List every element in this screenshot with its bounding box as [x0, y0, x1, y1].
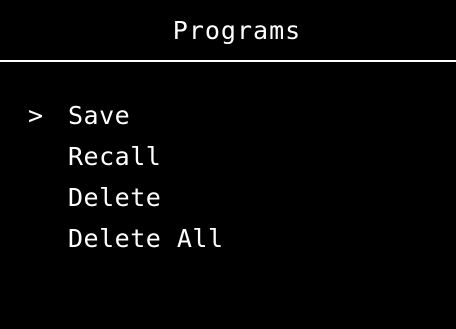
lcd-screen: Programs > Save Recall Delete Delete All: [0, 0, 456, 329]
menu-item-label: Save: [68, 101, 131, 130]
programs-menu: > Save Recall Delete Delete All: [28, 95, 224, 259]
title-bar: Programs: [0, 0, 456, 62]
menu-item-delete-all[interactable]: Delete All: [28, 218, 224, 259]
menu-item-recall[interactable]: Recall: [28, 136, 224, 177]
menu-item-label: Delete All: [68, 224, 224, 253]
selection-cursor-icon: >: [28, 101, 44, 130]
menu-item-save[interactable]: > Save: [28, 95, 224, 136]
menu-item-delete[interactable]: Delete: [28, 177, 224, 218]
menu-item-label: Recall: [68, 142, 162, 171]
menu-item-label: Delete: [68, 183, 162, 212]
page-title: Programs: [172, 15, 302, 45]
